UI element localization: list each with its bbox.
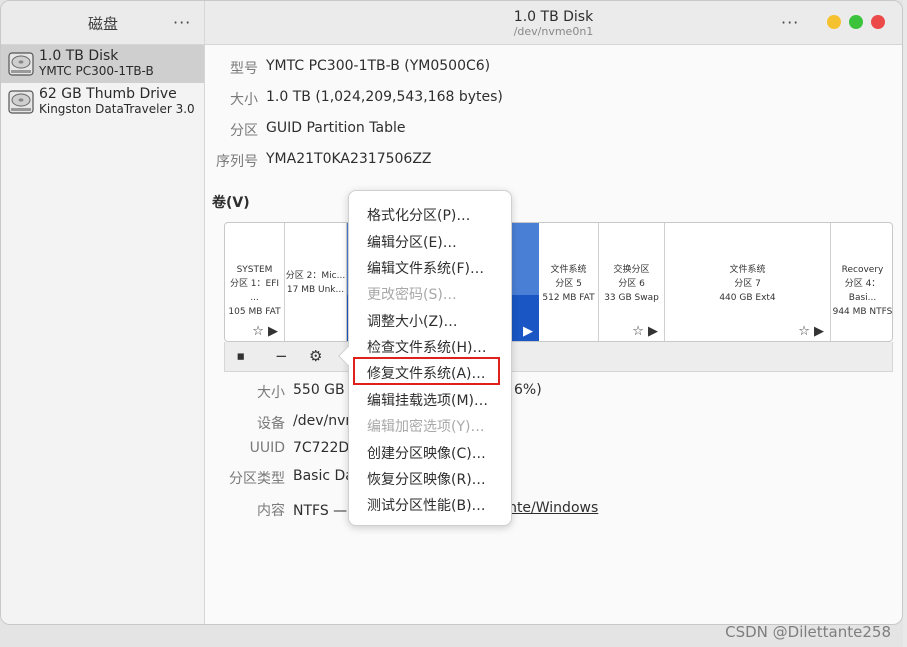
serial-value: YMA21T0KA2317506ZZ — [266, 151, 432, 167]
partition-number: 分区 5 — [555, 279, 582, 289]
partition-size-percent: 6%) — [514, 382, 542, 398]
partition-label: 文件系统 — [729, 265, 766, 275]
drive-item-usb[interactable]: 62 GB Thumb Drive Kingston DataTraveler … — [1, 83, 204, 121]
partitioning-value: GUID Partition Table — [266, 120, 406, 136]
annotation-highlight-box — [353, 357, 500, 385]
minimize-button[interactable] — [827, 15, 841, 29]
contents-label: 内容 — [257, 503, 285, 519]
menu-item-change-passphrase: 更改密码(S)… — [367, 287, 457, 303]
serial-row: 序列号 YMA21T0KA2317506ZZ — [216, 151, 432, 170]
menu-item-edit-partition[interactable]: 编辑分区(E)… — [367, 232, 457, 252]
volumes-title: 卷(V) — [212, 195, 250, 211]
partition-size: 105 MB FAT — [228, 307, 281, 317]
sidebar-menu-button[interactable]: ··· — [173, 13, 191, 32]
partition-number: 分区 6 — [618, 279, 645, 289]
menu-item-benchmark[interactable]: 测试分区性能(B)… — [367, 495, 486, 515]
sidebar-header: 磁盘 ··· — [1, 1, 205, 45]
background-strip — [903, 0, 907, 647]
partition-number: 分区 4：Basi... — [844, 279, 881, 303]
header-bar: 磁盘 ··· 1.0 TB Disk /dev/nvme0n1 ··· — [1, 1, 902, 45]
model-row: 型号 YMTC PC300-1TB-B (YM0500C6) — [230, 58, 491, 77]
partition-label: 文件系统 — [550, 265, 587, 275]
maximize-button[interactable] — [849, 15, 863, 29]
partition-size: 33 GB Swap — [604, 293, 659, 303]
partition-number: 分区 2：Mic... — [285, 271, 346, 281]
partitioning-row: 分区 GUID Partition Table — [230, 120, 406, 139]
hard-disk-icon — [8, 52, 34, 76]
menu-item-encryption-options: 编辑加密选项(Y)… — [367, 419, 485, 435]
disk-menu-button[interactable]: ··· — [781, 13, 799, 32]
drive-name: 62 GB Thumb Drive — [39, 86, 177, 102]
volume-map: SYSTEM 分区 1：EFI ... 105 MB FAT ☆ ▶ 分区 2：… — [224, 222, 893, 342]
partition-7[interactable]: 文件系统 分区 7 440 GB Ext4 ☆ ▶ — [665, 223, 831, 341]
size-label: 大小 — [230, 92, 258, 108]
drive-name: 1.0 TB Disk — [39, 48, 119, 64]
partitioning-label: 分区 — [230, 123, 258, 139]
menu-item-check-filesystem[interactable]: 检查文件系统(H)… — [367, 337, 486, 357]
partition-size: 17 MB Unk... — [286, 285, 345, 295]
play-icon[interactable]: ▶ — [523, 324, 533, 339]
partition-label: Recovery — [841, 265, 884, 275]
volume-toolbar: ⏹ − ⚙ — [224, 342, 893, 372]
partition-size: 944 MB NTFS — [832, 307, 893, 317]
menu-item-format[interactable]: 格式化分区(P)… — [367, 205, 470, 225]
hard-disk-icon — [8, 90, 34, 114]
drive-item-nvme[interactable]: 1.0 TB Disk YMTC PC300-1TB-B — [1, 45, 204, 83]
uuid-label: UUID — [249, 440, 285, 456]
close-button[interactable] — [871, 15, 885, 29]
menu-item-create-image[interactable]: 创建分区映像(C)… — [367, 443, 486, 463]
sidebar: 1.0 TB Disk YMTC PC300-1TB-B 62 GB Thumb… — [1, 45, 205, 624]
partition-label: SYSTEM — [236, 265, 273, 275]
partition-size: 512 MB FAT — [542, 293, 595, 303]
model-label: 型号 — [230, 61, 258, 77]
drive-model: Kingston DataTraveler 3.0 — [39, 102, 195, 116]
partition-number: 分区 7 — [734, 279, 761, 289]
partition-size: 440 GB Ext4 — [719, 293, 776, 303]
partition-system[interactable]: SYSTEM 分区 1：EFI ... 105 MB FAT ☆ ▶ — [225, 223, 285, 341]
partition-recovery[interactable]: Recovery 分区 4：Basi... 944 MB NTFS — [831, 223, 893, 341]
device-label: 设备 — [257, 416, 285, 432]
model-value: YMTC PC300-1TB-B (YM0500C6) — [266, 58, 491, 74]
partition-type-label: 分区类型 — [229, 471, 285, 487]
serial-label: 序列号 — [216, 154, 258, 170]
partition-msr[interactable]: 分区 2：Mic... 17 MB Unk... — [285, 223, 347, 341]
menu-item-edit-filesystem[interactable]: 编辑文件系统(F)… — [367, 258, 484, 278]
menu-item-mount-options[interactable]: 编辑挂载选项(M)… — [367, 390, 488, 410]
gear-icon[interactable]: ⚙ — [309, 347, 322, 365]
stop-icon[interactable]: ⏹ — [237, 347, 245, 365]
menu-item-resize[interactable]: 调整大小(Z)… — [367, 311, 458, 331]
minus-icon[interactable]: − — [275, 347, 288, 365]
partition-size-label: 大小 — [257, 385, 285, 401]
partition-5[interactable]: 文件系统 分区 5 512 MB FAT — [539, 223, 599, 341]
partition-label: 交换分区 — [613, 265, 650, 275]
size-value: 1.0 TB (1,024,209,543,168 bytes) — [266, 89, 503, 105]
disks-window: 磁盘 ··· 1.0 TB Disk /dev/nvme0n1 ··· 1.0 … — [0, 0, 903, 625]
partition-number: 分区 1：EFI ... — [229, 279, 280, 303]
star-icon[interactable]: ☆ ▶ — [798, 324, 824, 339]
drive-model: YMTC PC300-1TB-B — [39, 64, 154, 78]
main-panel: 型号 YMTC PC300-1TB-B (YM0500C6) 大小 1.0 TB (… — [206, 45, 902, 624]
size-row: 大小 1.0 TB (1,024,209,543,168 bytes) — [230, 89, 503, 108]
watermark: CSDN @Dilettante258 — [725, 623, 891, 641]
star-icon[interactable]: ☆ ▶ — [252, 324, 278, 339]
star-icon[interactable]: ☆ ▶ — [632, 324, 658, 339]
partition-6[interactable]: 交换分区 分区 6 33 GB Swap ☆ ▶ — [599, 223, 665, 341]
menu-item-restore-image[interactable]: 恢复分区映像(R)… — [367, 469, 486, 489]
